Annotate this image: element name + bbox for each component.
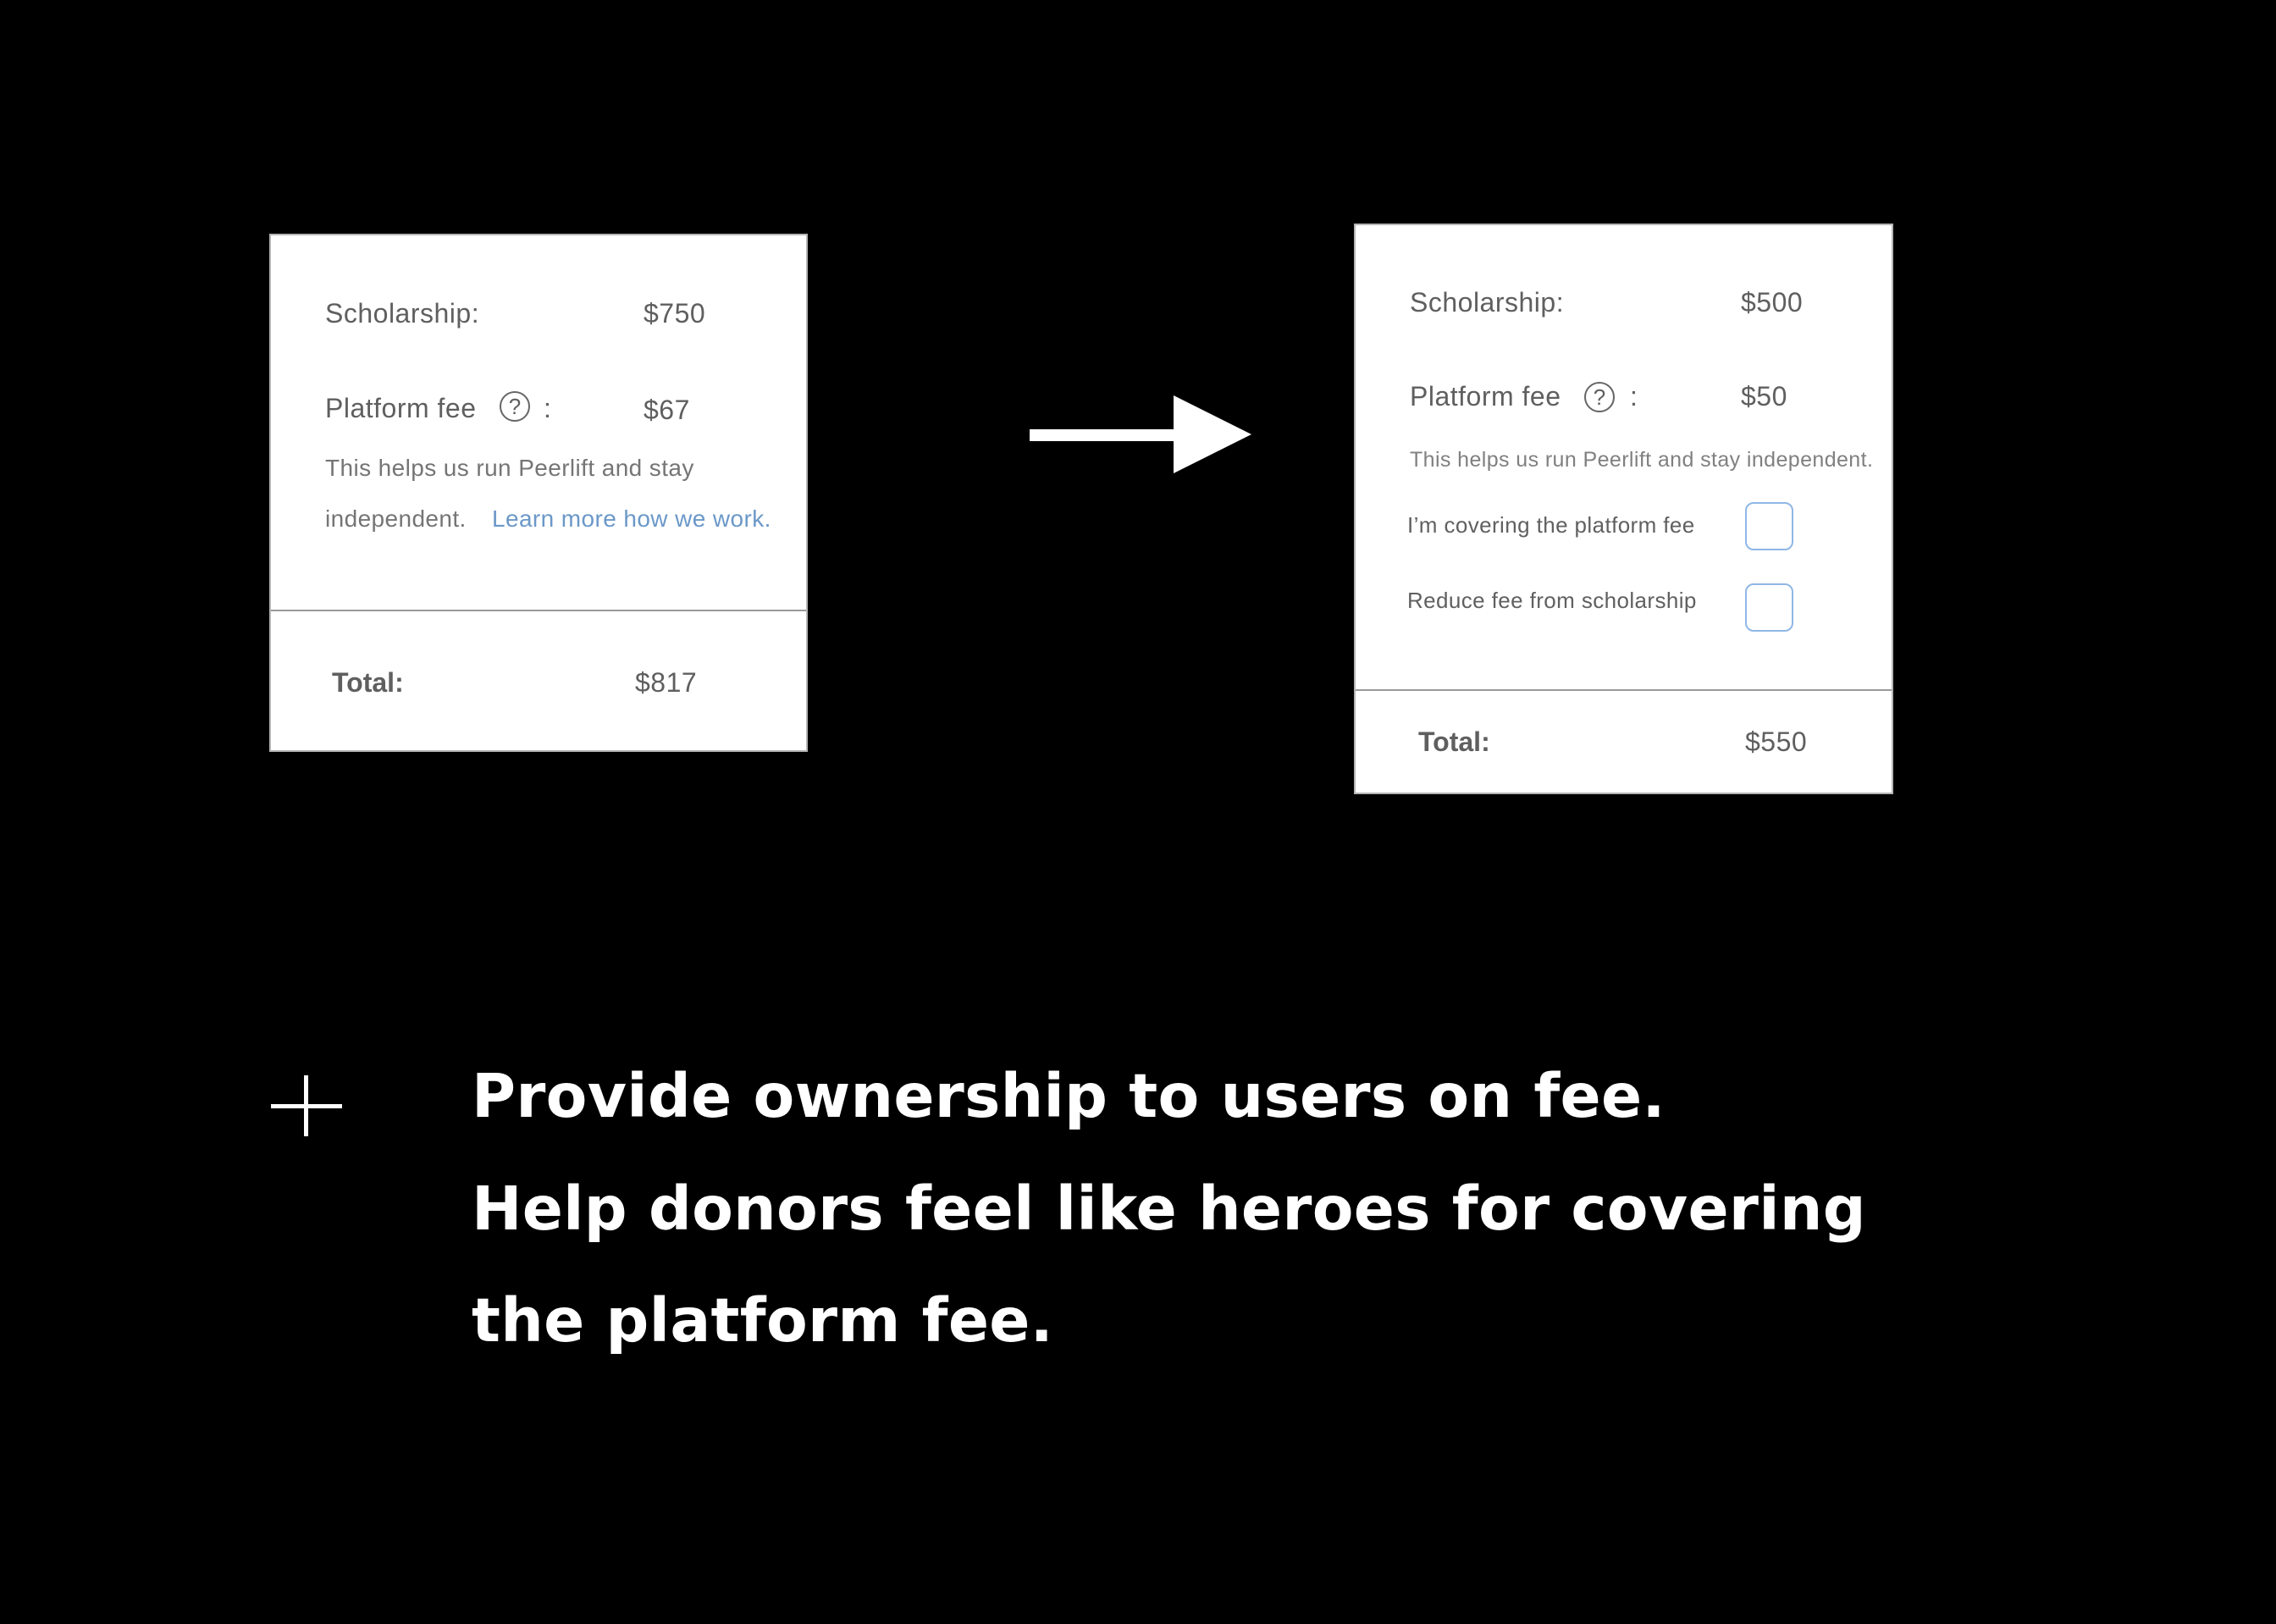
platform-fee-value: $67 — [644, 395, 690, 425]
total-divider — [271, 610, 806, 611]
total-divider — [1356, 689, 1892, 691]
platform-fee-colon: : — [544, 393, 552, 423]
fee-note-line2: independent. — [325, 505, 467, 532]
cover-fee-checkbox[interactable] — [1745, 502, 1793, 550]
fee-note-line1: This helps us run Peerlift and stay — [325, 455, 694, 481]
summary-line-2: Help donors feel like heroes for coverin… — [472, 1174, 1866, 1244]
scholarship-value: $500 — [1741, 287, 1804, 318]
scholarship-value: $750 — [644, 298, 706, 329]
platform-fee-label: Platform fee — [1410, 381, 1561, 412]
cover-fee-option-label: I’m covering the platform fee — [1407, 512, 1695, 538]
right-arrow-icon — [1030, 395, 1251, 473]
platform-fee-value: $50 — [1741, 381, 1787, 412]
after-fee-card: Scholarship: $500 Platform fee ? : $50 T… — [1354, 224, 1893, 794]
platform-fee-colon: : — [1630, 381, 1638, 412]
summary-line-3: the platform fee. — [472, 1285, 1054, 1356]
reduce-fee-option-label: Reduce fee from scholarship — [1407, 588, 1697, 613]
learn-more-link[interactable]: Learn more how we work. — [492, 505, 771, 533]
total-label: Total: — [1418, 726, 1490, 757]
scholarship-label: Scholarship: — [1410, 287, 1565, 318]
total-value: $817 — [635, 667, 698, 698]
total-label: Total: — [332, 667, 404, 698]
question-circle-icon[interactable]: ? — [500, 391, 530, 422]
platform-fee-label: Platform fee — [325, 393, 477, 423]
total-value: $550 — [1745, 726, 1808, 757]
plus-icon — [271, 1075, 342, 1136]
before-fee-card: Scholarship: $750 Platform fee ? : $67 T… — [269, 234, 808, 752]
fee-note: This helps us run Peerlift and stay inde… — [1410, 448, 1874, 472]
reduce-fee-checkbox[interactable] — [1745, 583, 1793, 632]
summary-line-1: Provide ownership to users on fee. — [472, 1061, 1666, 1131]
scholarship-label: Scholarship: — [325, 298, 480, 329]
question-circle-icon[interactable]: ? — [1584, 382, 1615, 412]
